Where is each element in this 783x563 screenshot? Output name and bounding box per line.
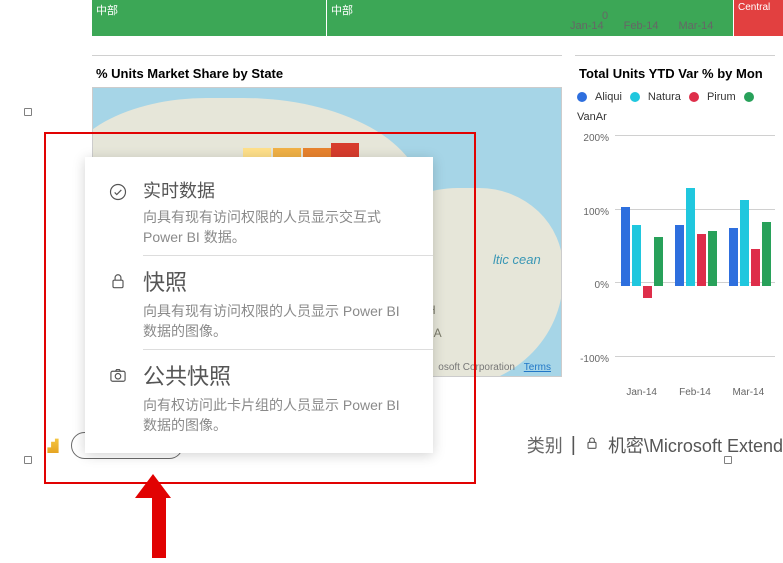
menu-item-desc: 向具有现有访问权限的人员显示 Power BI 数据的图像。	[143, 301, 411, 342]
menu-item-title: 实时数据	[143, 181, 411, 203]
bar-chart[interactable]: 200% 100% 0% -100% Jan-14 Feb-14 Mar-14	[575, 133, 775, 398]
bar	[621, 207, 630, 287]
annotation-arrow	[146, 474, 171, 558]
strip-segment-1: 中部	[92, 0, 326, 36]
y-axis: 200% 100% 0% -100%	[575, 133, 611, 378]
bar	[740, 200, 749, 286]
bar	[697, 234, 706, 286]
bar	[762, 222, 771, 286]
bars	[615, 133, 775, 378]
category-label: 类别	[527, 432, 563, 458]
map-copyright: osoft Corporation	[438, 362, 515, 373]
lock-icon	[584, 434, 600, 457]
menu-item-title: 快照	[143, 270, 411, 296]
bar	[751, 249, 760, 286]
tick-feb: Feb-14	[624, 20, 659, 32]
data-mode-dropdown: 实时数据 向具有现有访问权限的人员显示交互式 Power BI 数据。 快照 向…	[85, 157, 433, 453]
menu-item-public-snapshot[interactable]: 公共快照 向有权访问此卡片组的人员显示 Power BI 数据的图像。	[85, 350, 433, 443]
ocean-label: ltic cean	[493, 253, 541, 267]
bar	[729, 228, 738, 286]
ytick: 200%	[575, 133, 609, 144]
bar	[708, 231, 717, 286]
legend-label: VanAr	[577, 111, 607, 123]
legend-dot-natura	[630, 92, 640, 102]
tick-jan: Jan-14	[570, 20, 604, 32]
menu-item-snapshot[interactable]: 快照 向具有现有访问权限的人员显示 Power BI 数据的图像。	[85, 256, 433, 349]
chart-legend: Aliqui Natura Pirum VanAr	[575, 87, 775, 127]
lock-icon	[107, 270, 129, 292]
xtick: Feb-14	[668, 387, 721, 398]
confidentiality-label: 机密\Microsoft Extend	[608, 432, 783, 458]
legend-label: Aliqui	[595, 91, 622, 103]
xtick: Jan-14	[615, 387, 668, 398]
legend-dot-vanar	[744, 92, 754, 102]
bar	[686, 188, 695, 286]
top-axis-ticks: Jan-14 Feb-14 Mar-14	[570, 20, 783, 32]
plot-area	[615, 133, 775, 378]
camera-icon	[107, 364, 129, 386]
powerbi-icon	[45, 437, 61, 453]
bar	[675, 225, 684, 286]
bar	[632, 225, 641, 286]
panel-title-ytd: Total Units YTD Var % by Mon	[575, 56, 775, 87]
ytick: 100%	[575, 207, 609, 218]
menu-item-desc: 向具有现有访问权限的人员显示交互式 Power BI 数据。	[143, 207, 411, 248]
legend-label: Natura	[648, 91, 681, 103]
x-axis: Jan-14 Feb-14 Mar-14	[615, 387, 775, 398]
selection-handle[interactable]	[724, 456, 732, 464]
legend-dot-pirum	[689, 92, 699, 102]
ytick: 0%	[575, 280, 609, 291]
panel-ytd-var: Total Units YTD Var % by Mon Aliqui Natu…	[575, 55, 775, 385]
selection-handle[interactable]	[24, 456, 32, 464]
panel-title-map: % Units Market Share by State	[92, 56, 562, 87]
menu-item-desc: 向有权访问此卡片组的人员显示 Power BI 数据的图像。	[143, 395, 411, 436]
bar	[654, 237, 663, 286]
ytick: -100%	[575, 354, 609, 365]
bar	[643, 286, 652, 298]
menu-item-title: 公共快照	[143, 364, 411, 390]
xtick: Mar-14	[722, 387, 775, 398]
menu-item-live-data[interactable]: 实时数据 向具有现有访问权限的人员显示交互式 Power BI 数据。	[85, 167, 433, 255]
legend-dot-aliqui	[577, 92, 587, 102]
selection-handle[interactable]	[24, 108, 32, 116]
tick-mar: Mar-14	[679, 20, 714, 32]
legend-label: Pirum	[707, 91, 736, 103]
check-circle-icon	[107, 181, 129, 203]
separator: |	[571, 434, 576, 457]
map-terms-link[interactable]: Terms	[524, 362, 551, 373]
